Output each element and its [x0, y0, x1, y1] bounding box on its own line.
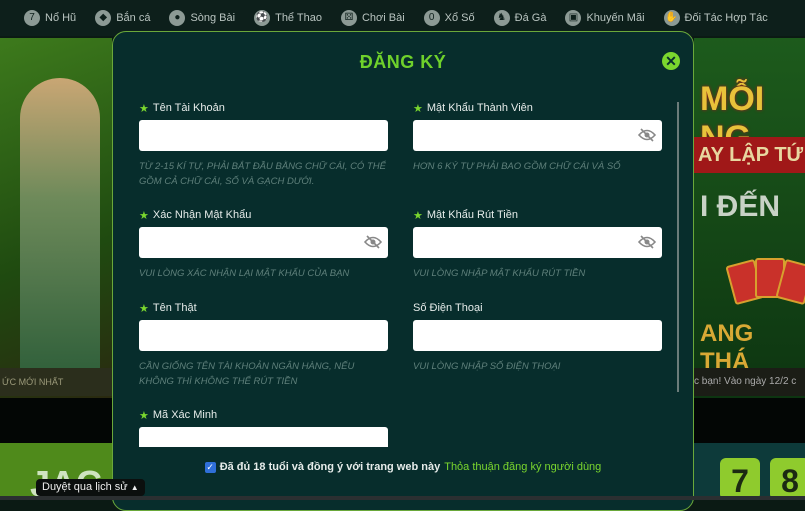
required-star-icon: ★: [413, 102, 423, 115]
field-label: Tên Thật: [152, 302, 197, 314]
required-star-icon: ★: [139, 302, 149, 315]
field-label: Tên Tài Khoản: [152, 102, 225, 114]
verification-code-input[interactable]: [139, 427, 388, 447]
left-news-strip: ỨC MỚI NHẤT: [0, 368, 112, 396]
dice-icon: ⚄: [340, 10, 357, 26]
nav-label: Khuyến Mãi: [586, 12, 645, 24]
number-tile: 7: [720, 458, 760, 500]
soccer-ball-icon: ⚽: [254, 10, 271, 26]
username-field: ★ Tên Tài Khoản Từ 2-15 kí tự, phải bắt đ…: [139, 101, 388, 189]
nav-label: Đối Tác Hợp Tác: [684, 12, 768, 24]
right-banner-ribbon: AY LẬP TỨ: [694, 137, 805, 173]
nav-item-da-ga[interactable]: ♞ Đá Gà: [493, 10, 547, 26]
nav-label: Thể Thao: [275, 12, 322, 24]
field-label: Mật Khẩu Thành Viên: [426, 102, 533, 114]
nav-label: Nổ Hũ: [45, 12, 77, 24]
eye-slash-icon[interactable]: [638, 235, 656, 249]
field-hint: Cần giống tên tài khoản ngân hàng, nếu k…: [139, 361, 355, 387]
agree-text: Đã đủ 18 tuổi và đồng ý với trang web nà…: [219, 461, 441, 473]
nav-item-khuyen-mai[interactable]: ▣ Khuyến Mãi: [565, 10, 645, 26]
eye-slash-icon[interactable]: [364, 235, 382, 249]
slot-777-icon: 7: [24, 10, 40, 26]
nav-item-ban-ca[interactable]: ◆ Bắn cá: [95, 10, 150, 26]
modal-title: ĐĂNG KÝ: [359, 52, 447, 72]
number-tile: 8: [770, 458, 805, 500]
phone-input[interactable]: [413, 320, 662, 351]
real-name-input[interactable]: [139, 320, 388, 351]
username-input[interactable]: [139, 120, 388, 151]
agree-checkbox[interactable]: ✓: [204, 461, 216, 473]
nav-item-xo-so[interactable]: 0 Xổ Số: [423, 10, 475, 26]
required-star-icon: ★: [139, 409, 149, 422]
terms-link[interactable]: Thỏa thuận đăng ký người dùng: [444, 461, 601, 473]
required-star-icon: ★: [413, 209, 423, 222]
field-hint: Vui lòng nhập số điện thoại: [413, 361, 561, 372]
phone-field: Số Điện Thoại Vui lòng nhập số điện thoạ…: [413, 301, 662, 374]
field-label: Xác Nhận Mật Khẩu: [152, 209, 252, 221]
left-black-area: [0, 398, 112, 443]
right-banner-text: I ĐẾN: [700, 190, 781, 223]
handshake-icon: ✋: [663, 10, 680, 26]
left-banner: [0, 38, 112, 398]
password-input[interactable]: [413, 120, 662, 151]
register-modal: ĐĂNG KÝ ✕ ★ Tên Tài Khoản Từ 2-15 kí tự, …: [112, 31, 694, 511]
nav-item-song-bai[interactable]: ● Sòng Bài: [169, 10, 235, 26]
field-hint: Hơn 6 ký tự phải bao gồm chữ cái và số: [413, 161, 621, 172]
nav-label: Sòng Bài: [190, 12, 236, 24]
nav-label: Đá Gà: [514, 12, 547, 24]
agree-row: ✓ Đã đủ 18 tuổi và đồng ý với trang web …: [113, 461, 693, 473]
field-hint: Từ 2-15 kí tự, phải bắt đầu bằng chữ cái…: [139, 161, 386, 187]
field-label: Mã Xác Minh: [152, 409, 218, 421]
real-name-field: ★ Tên Thật Cần giống tên tài khoản ngân h…: [139, 301, 388, 389]
lock-icon: ▲: [130, 483, 139, 492]
nav-item-no-hu[interactable]: 7 Nổ Hũ: [24, 10, 76, 26]
required-star-icon: ★: [139, 102, 149, 115]
browse-history-tooltip: Duyệt qua lịch sử ▲: [36, 479, 145, 496]
close-button[interactable]: ✕: [662, 52, 680, 70]
withdraw-password-input[interactable]: [413, 227, 662, 258]
gift-icon: ▣: [565, 10, 582, 26]
banner-character-image: [20, 78, 100, 378]
password-field: ★ Mật Khẩu Thành Viên Hơn 6 ký tự phải ba…: [413, 101, 662, 174]
withdraw-password-field: ★ Mật Khẩu Rút Tiền Vui lòng nhập mật khẩ…: [413, 208, 662, 281]
scrollbar[interactable]: [677, 102, 679, 392]
tooltip-text: Duyệt qua lịch sử: [42, 481, 128, 493]
nav-item-choi-bai[interactable]: ⚄ Chơi Bài: [340, 10, 405, 26]
nav-item-the-thao[interactable]: ⚽ Thể Thao: [254, 10, 322, 26]
lottery-ball-icon: 0: [423, 10, 440, 26]
fish-icon: ◆: [95, 10, 112, 26]
eye-slash-icon[interactable]: [638, 128, 656, 142]
field-hint: Vui lòng xác nhận lại mật khẩu của bạn: [139, 268, 350, 279]
rooster-icon: ♞: [493, 10, 510, 26]
nav-item-doi-tac[interactable]: ✋ Đối Tác Hợp Tác: [663, 10, 768, 26]
confirm-password-input[interactable]: [139, 227, 388, 258]
field-hint: Vui lòng nhập mật khẩu rút tiền: [413, 268, 586, 279]
nav-label: Xổ Số: [444, 12, 475, 24]
field-label: Mật Khẩu Rút Tiền: [426, 209, 518, 221]
casino-chip-icon: ●: [169, 10, 186, 26]
verification-code-field: ★ Mã Xác Minh: [139, 408, 388, 447]
field-label: Số Điện Thoại: [413, 302, 483, 314]
required-star-icon: ★: [139, 209, 149, 222]
nav-label: Bắn cá: [116, 12, 151, 24]
right-black-area: [694, 398, 805, 443]
confirm-password-field: ★ Xác Nhận Mật Khẩu Vui lòng xác nhận lại…: [139, 208, 388, 281]
nav-label: Chơi Bài: [361, 12, 405, 24]
right-news-strip: c bạn! Vào ngày 12/2 c: [694, 368, 805, 396]
bottom-bar: [0, 496, 805, 500]
